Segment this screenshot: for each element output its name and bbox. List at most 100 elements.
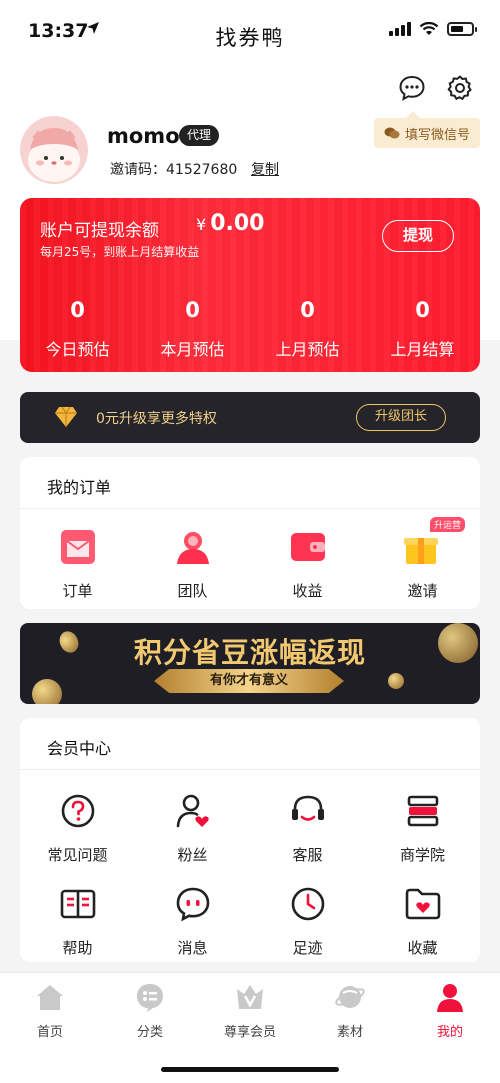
- fans-icon: [176, 794, 209, 828]
- vip-icon: [237, 985, 263, 1009]
- stat-label: 本月预估: [160, 340, 225, 359]
- tab-label: 首页: [36, 1025, 63, 1040]
- order-label: 订单: [62, 582, 93, 600]
- wallet-icon: [290, 533, 325, 561]
- avatar[interactable]: [20, 116, 88, 184]
- faq-item[interactable]: 常见问题: [20, 791, 135, 865]
- team-label: 团队: [177, 582, 208, 600]
- tab-category[interactable]: 分类: [100, 981, 200, 1040]
- academy-label: 商学院: [399, 846, 445, 864]
- headset-icon: [291, 795, 324, 821]
- promote-badge: 升运营: [430, 517, 466, 532]
- invite-label: 邀请: [407, 582, 438, 600]
- role-badge: 代理: [179, 125, 220, 146]
- fans-label: 粉丝: [177, 846, 208, 864]
- academy-item[interactable]: 商学院: [365, 791, 480, 865]
- footprint-item[interactable]: 足迹: [250, 884, 365, 958]
- customer-service-item[interactable]: 客服: [250, 791, 365, 865]
- tab-label: 分类: [136, 1025, 163, 1040]
- currency-symbol: ¥: [196, 215, 207, 234]
- question-icon: [61, 794, 94, 828]
- tab-materials[interactable]: 素材: [300, 981, 400, 1040]
- earnings-stats: 0 今日预估 0 本月预估 0 上月预估 0 上月结算: [20, 298, 480, 360]
- wechat-id-label: 填写微信号: [404, 127, 470, 143]
- help-book-icon: [60, 889, 95, 919]
- wechat-icon: [384, 127, 400, 139]
- message-label: 消息: [177, 939, 208, 957]
- withdraw-button[interactable]: 提现: [382, 220, 454, 252]
- tab-profile[interactable]: 我的: [400, 981, 500, 1040]
- wechat-id-button[interactable]: 填写微信号: [373, 111, 480, 148]
- team-icon: [176, 532, 209, 564]
- message-item[interactable]: 消息: [135, 884, 250, 958]
- invite-code: 邀请码：41527680: [110, 162, 238, 178]
- footprint-label: 足迹: [292, 939, 323, 957]
- banner-subtitle: 有你才有意义: [154, 669, 344, 693]
- balance-subtitle: 每月25号，到账上月结算收益: [40, 245, 200, 259]
- invite-item[interactable]: 升运营 邀请: [365, 517, 480, 601]
- order-icon: [60, 530, 95, 564]
- folder-heart-icon: [405, 888, 440, 920]
- gift-icon: [403, 538, 438, 564]
- divider: [20, 508, 480, 509]
- copy-invite-button[interactable]: 复制: [251, 159, 279, 179]
- settings-gear-icon[interactable]: [446, 74, 474, 102]
- clock-icon: [291, 887, 324, 921]
- order-item[interactable]: 订单: [20, 527, 135, 601]
- tab-label: 我的: [436, 1025, 463, 1040]
- balance-value: 0.00: [210, 211, 265, 236]
- stat-today[interactable]: 0 今日预估: [20, 298, 135, 360]
- tab-label: 素材: [336, 1025, 363, 1040]
- message-icon: [176, 887, 209, 922]
- home-indicator: [161, 1067, 339, 1072]
- stat-value: 0: [70, 298, 85, 322]
- favorites-label: 收藏: [407, 939, 438, 957]
- faq-label: 常见问题: [47, 846, 108, 864]
- help-item[interactable]: 帮助: [20, 884, 135, 958]
- favorites-item[interactable]: 收藏: [365, 884, 480, 958]
- balance-card: 账户可提现余额 ¥0.00 每月25号，到账上月结算收益 提现 0 今日预估 0…: [20, 198, 480, 372]
- customer-service-label: 客服: [292, 846, 323, 864]
- banner-title: 积分省豆涨幅返现: [133, 636, 366, 669]
- balance-amount: ¥0.00: [196, 211, 264, 236]
- upgrade-leader-button[interactable]: 升级团长: [356, 404, 446, 431]
- username: momo: [107, 124, 180, 148]
- stat-label: 今日预估: [45, 340, 110, 359]
- orders-card: 我的订单 订单 团队 收益 升运营 邀请: [20, 457, 480, 609]
- books-icon: [407, 795, 438, 827]
- profile-icon: [437, 984, 463, 1012]
- upgrade-banner[interactable]: 0元升级享更多特权 升级团长: [20, 392, 480, 443]
- planet-icon: [335, 986, 365, 1008]
- help-label: 帮助: [62, 939, 93, 957]
- diamond-icon: [55, 406, 77, 427]
- earnings-label: 收益: [292, 582, 323, 600]
- chat-icon[interactable]: [398, 74, 426, 102]
- stat-value: 0: [185, 298, 200, 322]
- home-icon: [37, 985, 63, 1010]
- coin-decoration: [32, 679, 62, 704]
- category-icon: [137, 984, 163, 1012]
- upgrade-text: 0元升级享更多特权: [96, 411, 217, 427]
- tab-home[interactable]: 首页: [0, 981, 100, 1040]
- stat-last-month[interactable]: 0 上月预估: [250, 298, 365, 360]
- team-item[interactable]: 团队: [135, 527, 250, 601]
- stat-value: 0: [300, 298, 315, 322]
- stat-value: 0: [415, 298, 430, 322]
- member-center-title: 会员中心: [47, 739, 112, 758]
- earnings-item[interactable]: 收益: [250, 527, 365, 601]
- member-center-card: 会员中心 常见问题 粉丝 客服 商学院 帮助 消息 足迹 收藏: [20, 718, 480, 962]
- stat-label: 上月预估: [275, 340, 340, 359]
- promo-banner[interactable]: 积分省豆涨幅返现 有你才有意义: [20, 623, 480, 704]
- stat-last-month-settled[interactable]: 0 上月结算: [365, 298, 480, 360]
- divider: [20, 769, 480, 770]
- tab-label: 尊享会员: [223, 1025, 276, 1040]
- tab-vip[interactable]: 尊享会员: [200, 981, 300, 1040]
- coin-decoration: [388, 673, 404, 689]
- balance-label: 账户可提现余额: [40, 221, 159, 241]
- stat-label: 上月结算: [390, 340, 455, 359]
- fans-item[interactable]: 粉丝: [135, 791, 250, 865]
- stat-this-month[interactable]: 0 本月预估: [135, 298, 250, 360]
- avatar-image: [28, 128, 80, 182]
- page-title: 找券鸭: [215, 26, 285, 50]
- orders-title: 我的订单: [47, 478, 112, 497]
